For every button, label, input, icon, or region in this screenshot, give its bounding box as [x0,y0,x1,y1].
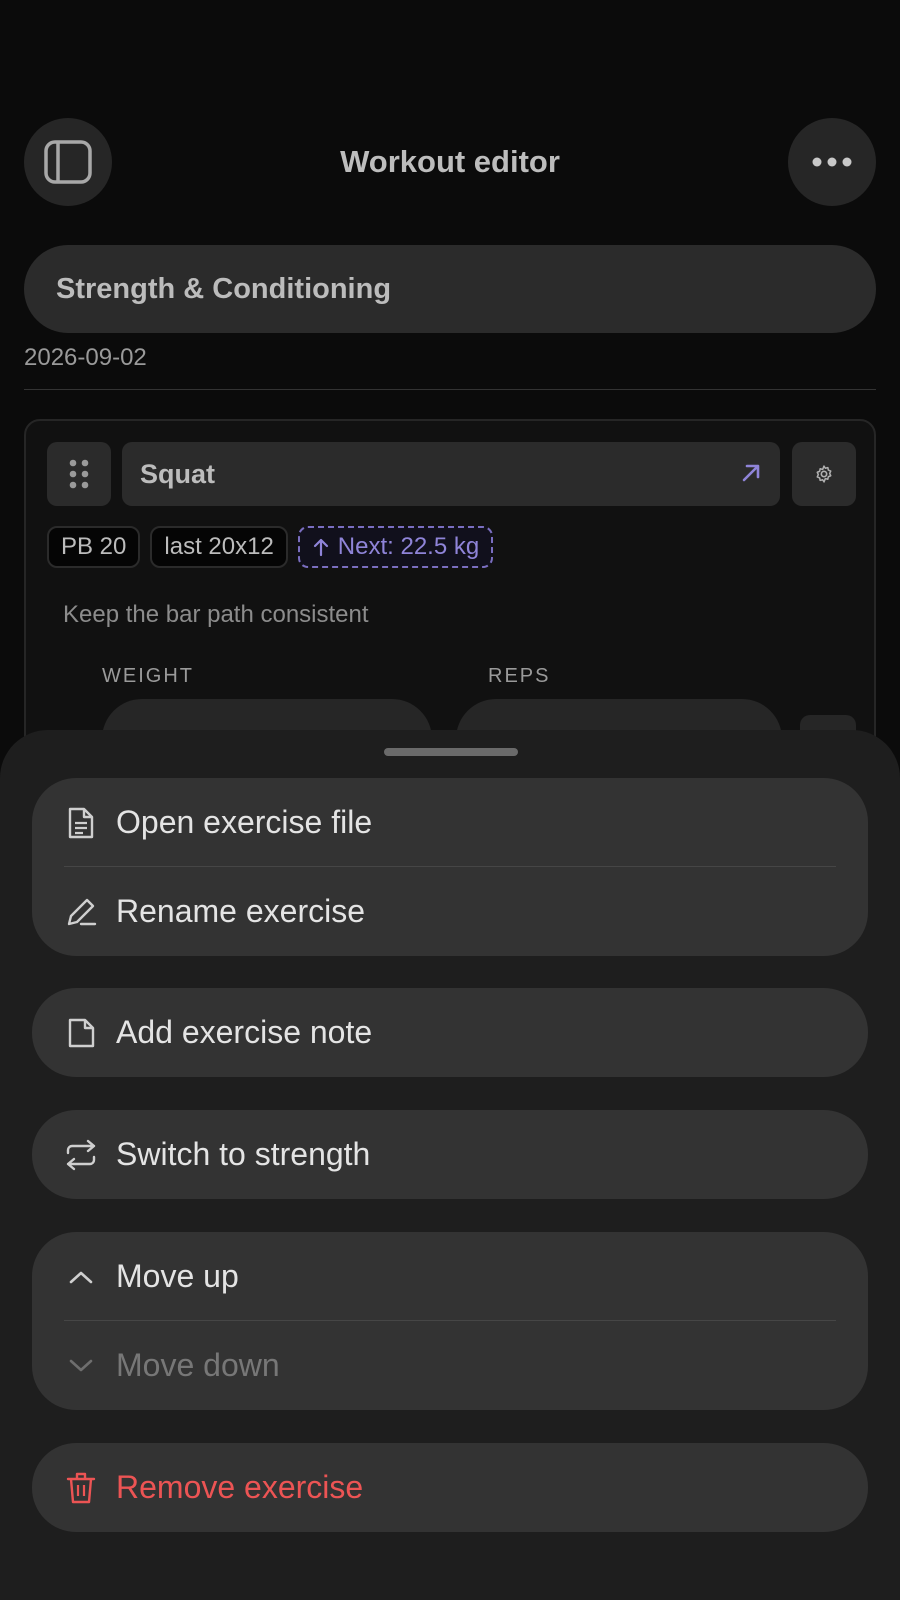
open-exercise-file-label: Open exercise file [116,804,373,840]
chevron-down-icon [64,1349,98,1383]
exercise-name: Squat [140,458,216,489]
move-actions-group: Move up Move down [32,1232,868,1410]
workout-name-text: Strength & Conditioning [56,272,392,305]
rename-exercise-item[interactable]: Rename exercise [32,867,868,956]
workout-name-field[interactable]: Strength & Conditioning [24,245,876,333]
pencil-icon [64,895,98,929]
arrow-up-icon [313,538,328,557]
chevron-up-icon [64,1260,98,1294]
trash-icon [64,1471,98,1505]
exercise-name-field[interactable]: Squat [122,442,780,506]
workout-date: 2026-09-02 [24,344,147,371]
next-target-label: Next: 22.5 kg [337,533,480,560]
switch-to-strength-item[interactable]: Switch to strength [32,1110,868,1199]
weight-column-label: WEIGHT [102,665,194,687]
note-actions-group: Add exercise note [32,988,868,1077]
open-link-arrow-icon[interactable] [740,462,762,484]
file-text-icon [64,806,98,840]
rename-exercise-label: Rename exercise [116,893,365,929]
page-title: Workout editor [340,144,560,179]
pb-chip: PB 20 [47,526,141,568]
last-chip: last 20x12 [150,526,288,568]
type-actions-group: Switch to strength [32,1110,868,1199]
gear-icon [816,465,832,483]
danger-actions-group: Remove exercise [32,1443,868,1532]
switch-arrows-icon [64,1138,98,1172]
switch-to-strength-label: Switch to strength [116,1136,371,1172]
exercise-chips: PB 20 last 20x12 Next: 22.5 kg [47,526,494,568]
move-down-item[interactable]: Move down [32,1321,868,1410]
drag-handle-icon [69,459,89,489]
move-up-item[interactable]: Move up [32,1232,868,1321]
drag-handle[interactable] [47,442,111,506]
note-icon [64,1016,98,1050]
next-target-chip[interactable]: Next: 22.5 kg [297,526,494,568]
add-exercise-note-label: Add exercise note [116,1014,373,1050]
open-exercise-file-item[interactable]: Open exercise file [32,778,868,867]
exercise-note: Keep the bar path consistent [63,601,369,628]
file-actions-group: Open exercise file Rename exercise [32,778,868,956]
exercise-settings-button[interactable] [792,442,856,506]
remove-exercise-label: Remove exercise [116,1469,364,1505]
move-down-label: Move down [116,1347,280,1383]
remove-exercise-item[interactable]: Remove exercise [32,1443,868,1532]
add-exercise-note-item[interactable]: Add exercise note [32,988,868,1077]
divider [24,389,876,390]
move-up-label: Move up [116,1258,239,1294]
exercise-actions-sheet: Open exercise file Rename exercise Add e… [0,730,900,1600]
reps-column-label: REPS [488,665,551,687]
more-icon [812,157,852,167]
more-options-button[interactable] [788,118,876,206]
sheet-handle[interactable] [384,748,518,756]
